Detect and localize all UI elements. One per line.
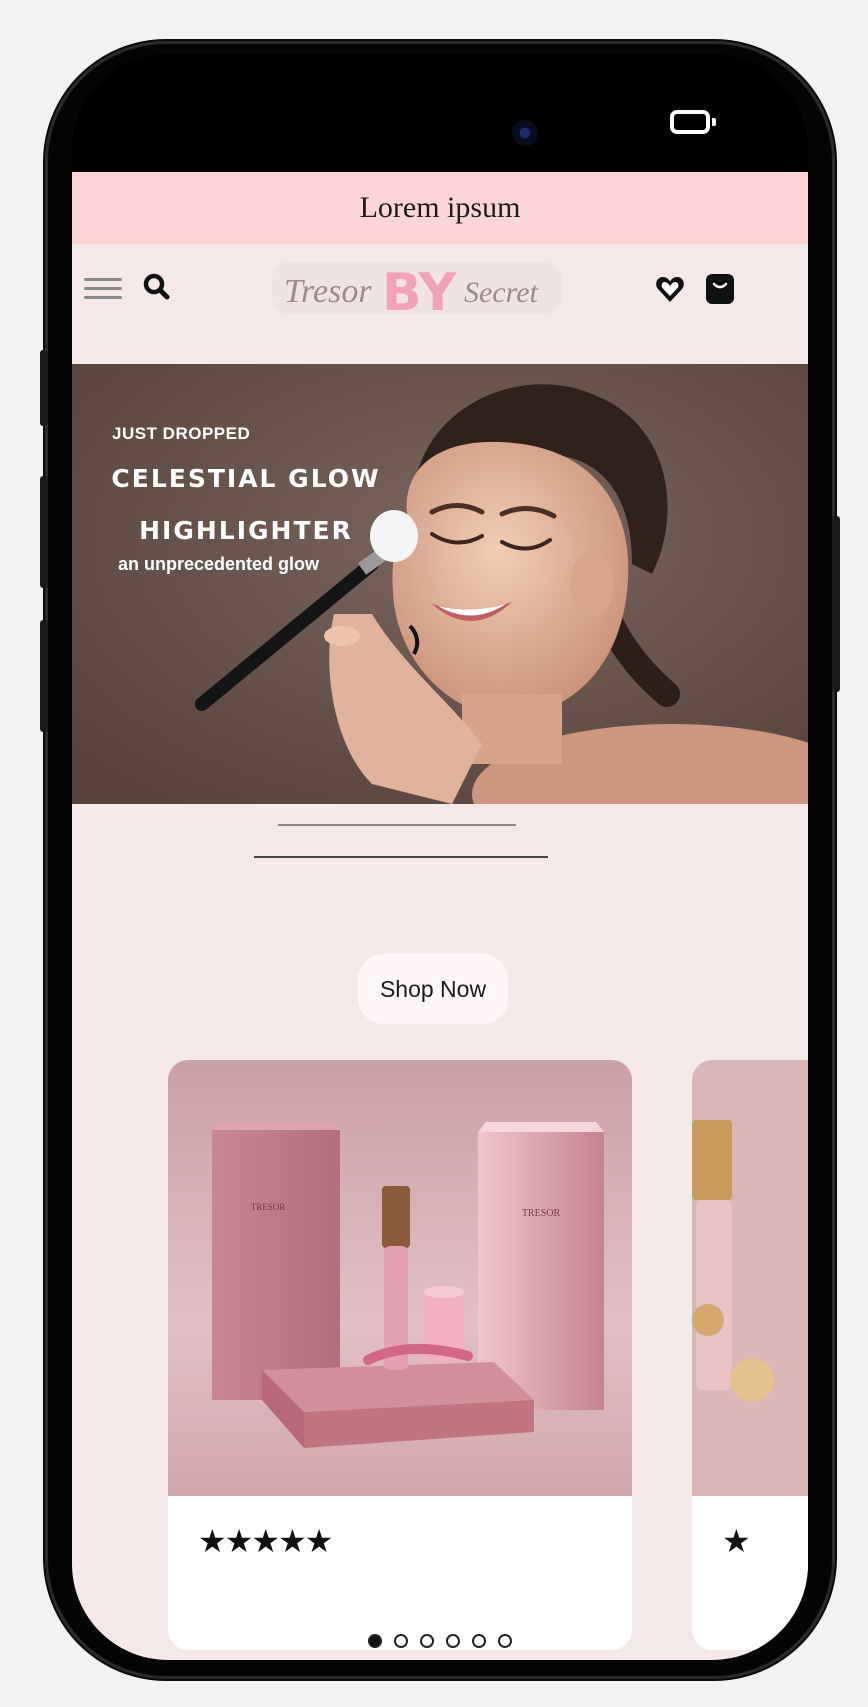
product-rating-stars-next: ★ — [722, 1523, 751, 1559]
announcement-text: Lorem ipsum — [359, 191, 521, 224]
logo-text-right: Secret — [464, 276, 539, 309]
phone-side-button-power — [832, 516, 840, 692]
phone-screen: Lorem ipsum Tresor BY Secret JUST DROPPE… — [72, 54, 808, 1660]
logo-text-mid: BY — [382, 263, 458, 318]
svg-text:TRESOR: TRESOR — [251, 1202, 286, 1212]
phone-side-button-volume-up — [40, 476, 48, 588]
phone-side-button-silent — [40, 350, 48, 426]
product-image: TRESOR TRESOR — [168, 1060, 632, 1496]
section-divider-top — [278, 824, 516, 826]
hero-banner[interactable]: JUST DROPPED CELESTIAL GLOW HIGHLIGHTER … — [72, 364, 808, 804]
hero-subtitle: an unprecedented glow — [118, 554, 320, 574]
hero-title-line-1: CELESTIAL GLOW — [111, 464, 381, 493]
announcement-bar: Lorem ipsum — [72, 172, 808, 244]
carousel-pagination — [72, 1634, 808, 1648]
hamburger-menu-icon[interactable] — [84, 274, 122, 304]
product-card[interactable]: TRESOR TRESOR ★★★★★ — [168, 1060, 632, 1650]
carousel-dot[interactable] — [446, 1634, 460, 1648]
product-image-next — [692, 1060, 808, 1496]
product-card-next[interactable]: ★ — [692, 1060, 808, 1650]
carousel-dot[interactable] — [420, 1634, 434, 1648]
app-content: Tresor BY Secret JUST DROPPED CELESTIAL … — [72, 244, 808, 1660]
brand-logo[interactable]: Tresor BY Secret — [272, 258, 562, 318]
wishlist-heart-icon[interactable] — [654, 274, 686, 306]
carousel-dot[interactable] — [498, 1634, 512, 1648]
phone-side-button-volume-down — [40, 620, 48, 732]
shop-now-button[interactable]: Shop Now — [358, 954, 508, 1024]
product-rating-stars: ★★★★★ — [198, 1523, 333, 1559]
product-box-label: TRESOR — [522, 1208, 561, 1219]
carousel-dot[interactable] — [368, 1634, 382, 1648]
logo-text-left: Tresor — [284, 273, 372, 310]
front-camera — [512, 120, 538, 146]
section-divider-bottom — [254, 856, 548, 858]
search-icon[interactable] — [142, 272, 172, 302]
shopping-bag-icon[interactable] — [704, 270, 736, 306]
hero-title-line-2: HIGHLIGHTER — [139, 516, 353, 545]
battery-icon — [670, 110, 716, 134]
hero-kicker: JUST DROPPED — [112, 424, 251, 443]
status-bar — [72, 54, 808, 172]
top-nav: Tresor BY Secret — [72, 244, 808, 364]
carousel-dot[interactable] — [472, 1634, 486, 1648]
carousel-dot[interactable] — [394, 1634, 408, 1648]
